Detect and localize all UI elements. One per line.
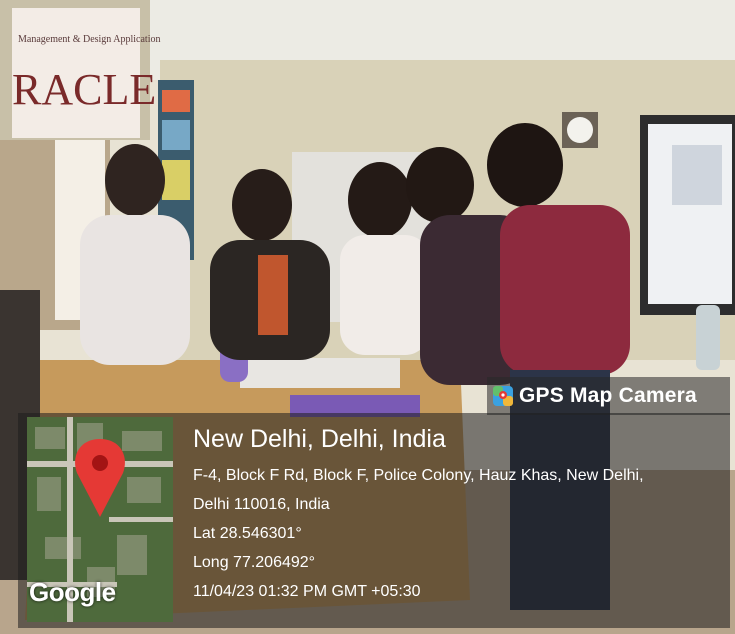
address-line-2: Delhi 110016, India [193, 496, 330, 513]
camera-location-icon [493, 386, 513, 406]
map-thumbnail: Google [27, 417, 173, 622]
latitude-text: Lat 28.546301° [193, 525, 302, 542]
location-title: New Delhi, Delhi, India [193, 425, 446, 453]
banner-line2: RACLE [12, 65, 156, 114]
location-info: New Delhi, Delhi, India F-4, Block F Rd,… [193, 424, 723, 606]
longitude-text: Long 77.206492° [193, 554, 316, 571]
banner-sign: Management & Design Application RACLE [12, 8, 160, 138]
map-logo: Google [29, 577, 116, 607]
gps-camera-title: GPS Map Camera [519, 384, 697, 407]
address-line-1: F-4, Block F Rd, Block F, Police Colony,… [193, 467, 644, 484]
gps-camera-header: GPS Map Camera [487, 377, 730, 415]
banner-line1: Management & Design Application [18, 34, 160, 45]
datetime-text: 11/04/23 01:32 PM GMT +05:30 [193, 583, 421, 600]
